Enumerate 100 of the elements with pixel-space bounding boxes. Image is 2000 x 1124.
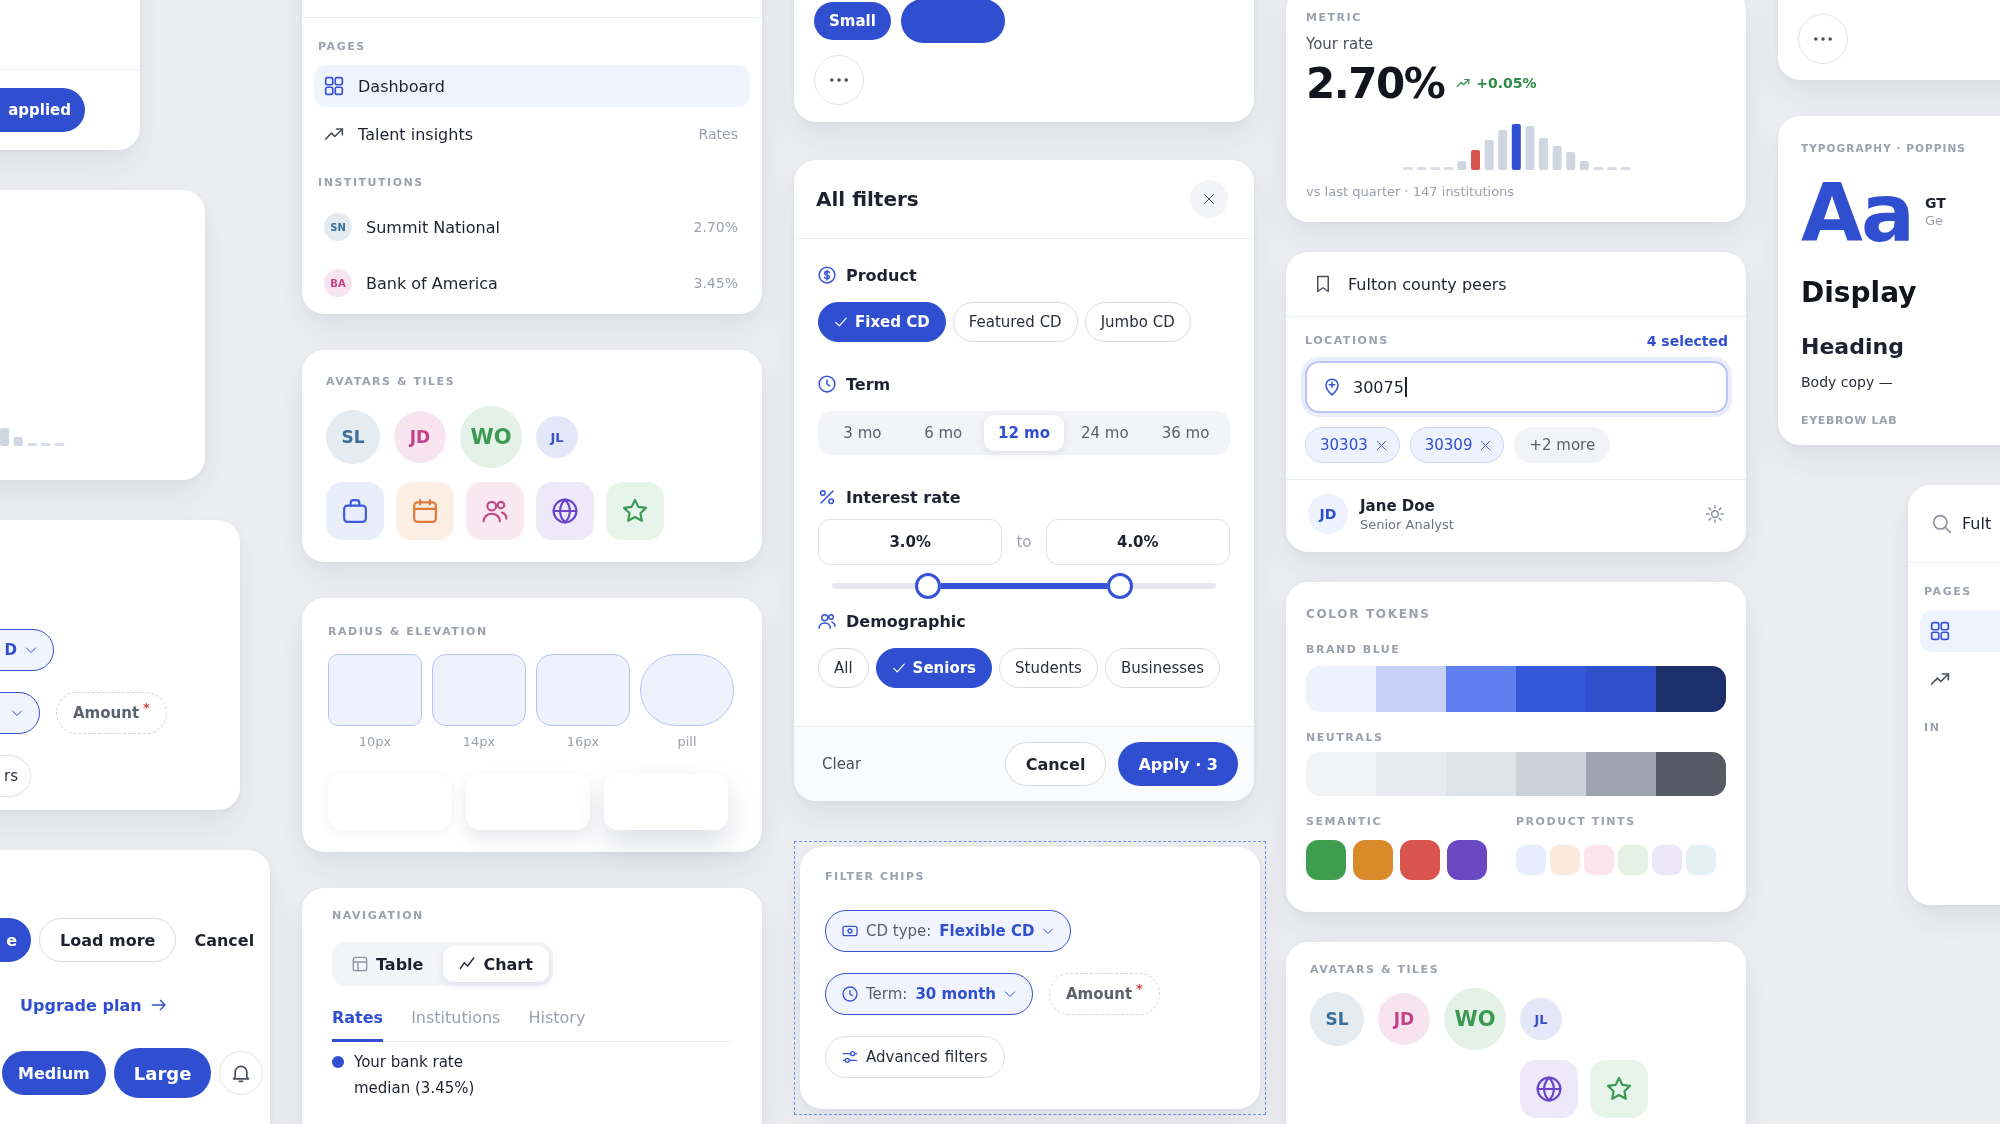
avatar: BA [324,269,352,297]
font-name: GT [1924,194,1946,212]
search-field[interactable]: Fult [1932,501,1992,546]
list-item[interactable]: Talent insights Rates [314,113,750,155]
dialog-title: All filters [816,187,919,211]
metric-label: Your rate [1306,34,1374,54]
radius-label: 14px [462,734,496,750]
filter-chip[interactable]: Term: 30 month [825,973,1033,1015]
primary-button[interactable] [900,0,1005,43]
section-label: LOCATIONS [1305,333,1389,349]
metric-value: 2.70% [1306,58,1445,108]
primary-button[interactable]: Medium [2,1051,106,1095]
list-item[interactable]: BA Bank of America 3.45% [314,259,750,307]
option-chip[interactable]: Businesses [1104,648,1221,688]
segment-option[interactable]: 3 mo [822,415,903,451]
notification-button[interactable] [219,1051,264,1095]
avatar: SL [1310,992,1364,1046]
segment-option[interactable]: 6 mo [902,415,984,451]
percent-icon [818,488,836,506]
card-eyebrow: AVATARS & TILES [1310,962,1440,978]
people-icon [466,482,524,540]
max-input[interactable]: 4.0% [1045,519,1230,565]
avatar: JD [394,411,446,463]
filter-chip[interactable]: CD type: Flexible CD [825,910,1072,952]
card-eyebrow: RADIUS & ELEVATION [328,624,488,640]
group-label: BRAND BLUE [1306,642,1401,658]
trend-up-icon [1456,76,1471,90]
metric-footnote: vs last quarter · 147 institutions [1306,184,1515,200]
option-chip[interactable]: Fixed CD [818,302,946,342]
avatar: WO [460,406,522,468]
group-label: Demographic [846,611,966,631]
clock-icon [842,986,858,1002]
card-eyebrow: METRIC [1306,10,1362,26]
people-icon [818,612,836,630]
person-name: Jane Doe [1360,496,1436,515]
segment-option[interactable]: 12 mo [983,415,1065,451]
map-pin-icon [1323,378,1341,396]
primary-button[interactable]: Small [814,2,891,40]
sun-icon[interactable] [1706,505,1724,523]
briefcase-icon [326,482,384,540]
close-icon[interactable] [1480,439,1492,451]
range-separator: to [1016,533,1032,551]
metric-delta: +0.05% [1476,75,1537,91]
font-note: Ge [1924,212,1943,230]
slider-thumb[interactable] [1107,573,1133,599]
segment-option[interactable]: 36 mo [1145,415,1226,451]
bell-icon [231,1063,252,1083]
arrow-right-icon [150,997,167,1013]
option-chip[interactable]: All [818,648,869,688]
section-label: PAGES [1924,584,1972,600]
option-chip[interactable]: Jumbo CD [1084,302,1191,342]
more-icon [830,78,848,82]
segment-option[interactable]: 24 mo [1064,415,1146,451]
bookmark-icon [1314,275,1332,293]
secondary-button[interactable]: Load more [39,918,177,962]
list-item[interactable]: Dashboard [314,65,750,107]
more-tag[interactable]: +2 more [1514,427,1611,463]
more-icon [1814,37,1832,41]
text-button[interactable]: Cancel [184,918,265,962]
list-item[interactable]: SN Summit National 2.70% [314,203,750,251]
globe-icon [1520,1060,1578,1118]
card-eyebrow: COLOR TOKENS [1306,606,1431,622]
group-label: Product [846,265,917,285]
filter-chip[interactable]: D [0,629,54,671]
dollar-icon [818,266,836,284]
search-icon [1932,513,1952,534]
primary-button[interactable]: Large [113,1048,212,1098]
upgrade-link[interactable]: Upgrade plan [20,995,167,1015]
close-icon[interactable] [1375,439,1387,451]
avatar: JL [536,416,578,458]
legend-label: Your bank rate [354,1053,463,1071]
location-tag[interactable]: 30303 [1305,427,1400,463]
slider-thumb[interactable] [915,573,941,599]
radius-label: pill [677,734,697,750]
view-tab[interactable]: Chart [443,946,549,982]
caret-down-icon [11,707,23,719]
text-button[interactable]: Clear [812,742,872,786]
view-tab[interactable]: Table [336,946,440,982]
tab[interactable]: Rates [332,998,384,1042]
card-eyebrow: FILTER CHIPS [825,869,925,885]
primary-button[interactable]: e [0,918,31,962]
option-chip[interactable]: Seniors [875,648,993,688]
min-input[interactable]: 3.0% [818,519,1003,565]
section-label: INSTITUTIONS [318,175,424,191]
radius-label: 16px [566,734,600,750]
filter-chip[interactable]: rs [0,755,31,797]
star-icon [1590,1060,1648,1118]
location-tag[interactable]: 30309 [1409,427,1505,463]
primary-button[interactable]: Apply · 3 [1118,742,1238,786]
avatar: SL [326,410,380,464]
primary-button[interactable]: applied [0,88,85,132]
card-eyebrow: NAVIGATION [332,908,424,924]
secondary-button[interactable]: Cancel [1004,742,1107,786]
group-label: PRODUCT TINTS [1516,814,1636,830]
option-chip[interactable]: Featured CD [952,302,1078,342]
filter-chip[interactable]: Advanced filters [825,1036,1005,1078]
group-label: Term [846,374,891,394]
option-chip[interactable]: Students [999,648,1098,688]
selection-count: 4 selected [1646,333,1728,349]
avatar: SN [324,213,352,241]
